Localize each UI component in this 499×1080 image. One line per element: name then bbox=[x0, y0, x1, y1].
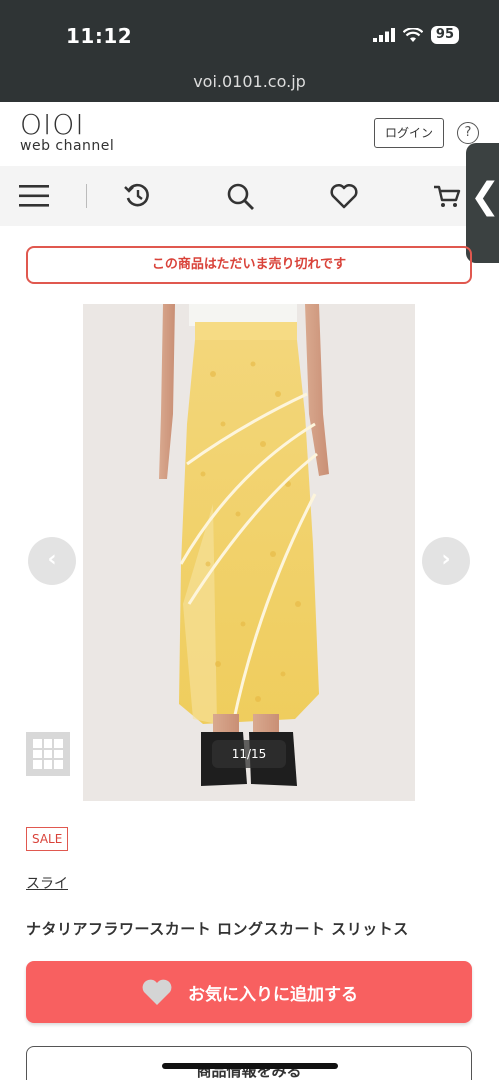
chevron-left-icon: ‹ bbox=[47, 547, 57, 572]
favorites-label: お気に入りに追加する bbox=[188, 984, 358, 1005]
logo-mark: OIOI bbox=[20, 108, 85, 141]
status-bar: 11:12 95 bbox=[0, 0, 499, 66]
battery-indicator: 95 bbox=[430, 26, 459, 44]
image-counter: 11/15 bbox=[212, 740, 286, 768]
skirt-photo bbox=[83, 304, 415, 801]
brand-link[interactable]: スライ bbox=[26, 873, 68, 893]
heart-icon bbox=[142, 979, 172, 1005]
status-time: 11:12 bbox=[66, 24, 133, 48]
cart-icon[interactable] bbox=[432, 182, 462, 210]
product-title: ナタリアフラワースカート ロングスカート スリットス bbox=[26, 920, 409, 938]
help-button[interactable]: ? bbox=[457, 122, 479, 144]
site-logo[interactable]: OIOI web channel bbox=[20, 108, 115, 155]
chevron-right-icon: › bbox=[441, 547, 451, 572]
status-icons: 95 bbox=[372, 26, 459, 44]
history-icon[interactable] bbox=[123, 182, 153, 210]
search-icon[interactable] bbox=[226, 182, 256, 210]
menu-icon[interactable] bbox=[19, 182, 49, 210]
side-drawer-tab[interactable]: ❮ bbox=[466, 143, 499, 263]
add-to-favorites-button[interactable]: お気に入りに追加する bbox=[26, 961, 472, 1023]
next-image-button[interactable]: › bbox=[422, 537, 470, 585]
nav-bar bbox=[0, 166, 499, 226]
heart-icon[interactable] bbox=[329, 182, 359, 210]
wifi-icon bbox=[402, 27, 423, 42]
prev-image-button[interactable]: ‹ bbox=[28, 537, 76, 585]
sale-badge: SALE bbox=[26, 827, 69, 851]
site-header: OIOI web channel ログイン ? bbox=[0, 102, 499, 166]
nav-divider bbox=[86, 184, 87, 208]
signal-icon bbox=[372, 28, 395, 42]
product-image[interactable] bbox=[83, 304, 415, 801]
address-bar[interactable]: voi.0101.co.jp bbox=[0, 66, 499, 102]
grid-view-icon[interactable] bbox=[26, 732, 70, 776]
logo-subtitle: web channel bbox=[20, 138, 115, 154]
sold-out-banner: この商品はただいま売り切れです bbox=[26, 246, 472, 284]
chevron-left-icon: ❮ bbox=[470, 176, 499, 217]
login-button[interactable]: ログイン bbox=[374, 118, 444, 148]
home-indicator bbox=[162, 1063, 338, 1069]
